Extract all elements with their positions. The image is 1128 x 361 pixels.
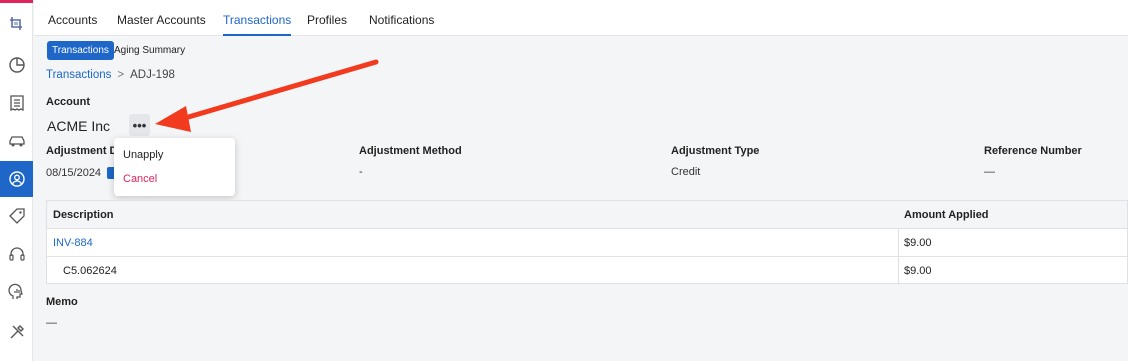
tab-transactions[interactable]: Transactions xyxy=(223,13,292,36)
tab-profiles[interactable]: Profiles xyxy=(307,13,347,36)
description-header: Description xyxy=(53,209,114,221)
receipt-icon[interactable] xyxy=(0,85,33,121)
adjustment-type-label: Adjustment Type xyxy=(671,145,760,157)
top-nav: Accounts Master Accounts Transactions Pr… xyxy=(34,0,1128,36)
breadcrumb-current: ADJ-198 xyxy=(130,69,175,81)
tab-master-accounts[interactable]: Master Accounts xyxy=(117,13,206,36)
adjustment-date-value: 08/15/2024 xyxy=(46,167,102,179)
amount-cell: $9.00 xyxy=(904,265,932,277)
cancel-menu-item[interactable]: Cancel xyxy=(123,173,157,185)
breadcrumb-transactions-link[interactable]: Transactions xyxy=(46,69,111,81)
adjustment-method-value: - xyxy=(359,166,363,178)
table-header-row: Description Amount Applied xyxy=(47,201,1127,229)
memo-value: — xyxy=(46,317,57,329)
description-cell: C5.062624 xyxy=(63,265,117,277)
tools-icon[interactable] xyxy=(0,314,33,350)
subtab-transactions[interactable]: Transactions xyxy=(47,41,114,60)
breadcrumb: Transactions > ADJ-198 xyxy=(46,69,175,81)
pie-chart-icon[interactable] xyxy=(0,47,33,83)
memo-label: Memo xyxy=(46,296,78,308)
table-row: C5.062624 $9.00 xyxy=(47,257,1127,285)
amount-cell: $9.00 xyxy=(904,237,932,249)
reference-number-value: — xyxy=(984,166,995,178)
more-actions-button[interactable]: ••• xyxy=(129,114,150,136)
more-actions-menu: Unapply Cancel xyxy=(114,138,235,196)
tab-notifications[interactable]: Notifications xyxy=(369,13,434,36)
brand-stripe xyxy=(0,0,33,3)
applied-table: Description Amount Applied INV-884 $9.00… xyxy=(46,200,1128,285)
tab-accounts[interactable]: Accounts xyxy=(48,13,97,36)
invoice-link[interactable]: INV-884 xyxy=(53,237,93,249)
account-name: ACME Inc xyxy=(47,118,111,134)
breadcrumb-separator: > xyxy=(117,69,125,81)
user-circle-icon[interactable] xyxy=(0,161,33,197)
table-row: INV-884 $9.00 xyxy=(47,229,1127,257)
car-icon[interactable] xyxy=(0,123,33,159)
sidebar xyxy=(0,0,33,361)
reference-number-label: Reference Number xyxy=(984,145,1082,157)
chart-head-icon[interactable] xyxy=(0,274,33,310)
unapply-menu-item[interactable]: Unapply xyxy=(123,149,163,161)
adjustment-date-label: Adjustment Da xyxy=(46,145,124,157)
adjustment-type-value: Credit xyxy=(671,166,701,178)
adjustment-method-label: Adjustment Method xyxy=(359,145,462,157)
amount-applied-header: Amount Applied xyxy=(904,209,989,221)
subtab-aging-summary[interactable]: Aging Summary xyxy=(109,41,190,60)
headset-icon[interactable] xyxy=(0,236,33,272)
logo-icon[interactable] xyxy=(0,6,33,42)
account-label: Account xyxy=(46,96,90,108)
tag-icon[interactable] xyxy=(0,198,33,234)
